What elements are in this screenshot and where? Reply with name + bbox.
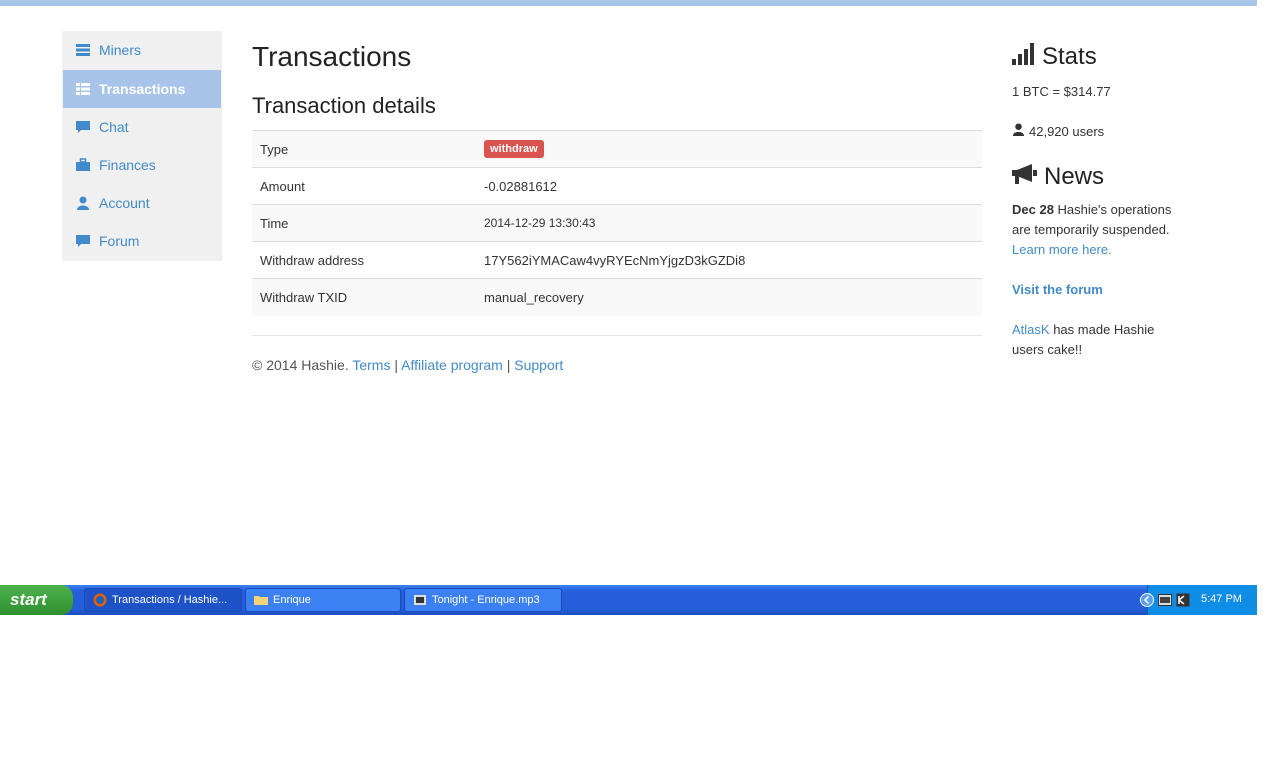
stats-title: Stats xyxy=(1042,43,1097,70)
antivirus-icon[interactable] xyxy=(1176,593,1190,607)
sidebar-item-label: Transactions xyxy=(99,81,186,97)
sidebar-item-chat[interactable]: Chat xyxy=(63,108,221,146)
table-row: Type withdraw xyxy=(252,130,982,168)
comment-icon xyxy=(76,120,91,134)
affiliate-link[interactable]: Affiliate program xyxy=(401,357,503,373)
sidebar-item-label: Forum xyxy=(99,233,140,249)
table-row: Withdraw address 17Y562iYMACaw4vyRYEcNmY… xyxy=(252,241,982,279)
news-date: Dec 28 xyxy=(1012,202,1054,217)
type-badge: withdraw xyxy=(484,140,544,158)
visit-forum-link[interactable]: Visit the forum xyxy=(1012,282,1103,297)
table-row: Amount -0.02881612 xyxy=(252,167,982,205)
taskbar-item-browser[interactable]: Transactions / Hashie... xyxy=(84,588,242,612)
firefox-icon xyxy=(93,593,107,607)
sidebar-item-miners[interactable]: Miners xyxy=(63,31,221,69)
windows-taskbar: start Transactions / Hashie... Enrique T… xyxy=(0,585,1257,615)
users-count: 42,920 users xyxy=(1029,124,1105,139)
detail-key: Time xyxy=(252,204,476,242)
sidebar-item-finances[interactable]: Finances xyxy=(63,146,221,184)
user-icon xyxy=(1012,122,1025,142)
folder-icon xyxy=(254,593,268,607)
taskbar-item-media[interactable]: Tonight - Enrique.mp3 xyxy=(404,588,562,612)
sidebar-item-label: Miners xyxy=(99,42,142,58)
news-shoutout: AtlasK has made Hashie users cake!! xyxy=(1012,320,1182,360)
taskbar-item-folder[interactable]: Enrique xyxy=(245,588,401,612)
right-sidebar: Stats 1 BTC = $314.77 42,920 users News … xyxy=(1012,42,1182,360)
media-player-icon xyxy=(413,593,427,607)
detail-value: withdraw xyxy=(476,130,982,168)
section-title: Transaction details xyxy=(252,93,436,118)
news-heading: News xyxy=(1012,162,1182,192)
news-item: Dec 28 Hashie's operations are temporari… xyxy=(1012,200,1182,260)
taskbar-item-label: Enrique xyxy=(273,594,311,606)
megaphone-icon xyxy=(1012,163,1038,192)
stats-heading: Stats xyxy=(1012,42,1182,72)
top-accent-bar xyxy=(0,0,1257,6)
taskbar-item-label: Tonight - Enrique.mp3 xyxy=(432,594,540,606)
detail-value: -0.02881612 xyxy=(476,167,982,205)
sidebar-item-label: Chat xyxy=(99,119,129,135)
detail-value: 2014-12-29 13:30:43 xyxy=(476,204,982,242)
main-content: Transactions Transaction details xyxy=(252,38,982,120)
sidebar-item-account[interactable]: Account xyxy=(63,184,221,222)
users-count-row: 42,920 users xyxy=(1012,122,1182,142)
user-icon xyxy=(76,196,91,210)
comment-icon xyxy=(76,234,91,248)
detail-value: 17Y562iYMACaw4vyRYEcNmYjgzD3kGZDi8 xyxy=(476,241,982,279)
learn-more-link[interactable]: Learn more here. xyxy=(1012,242,1112,257)
footer-divider xyxy=(252,335,982,336)
detail-key: Withdraw address xyxy=(252,241,476,279)
start-button[interactable]: start xyxy=(0,585,73,615)
briefcase-icon xyxy=(76,158,91,172)
detail-key: Amount xyxy=(252,167,476,205)
news-title: News xyxy=(1044,163,1105,190)
footer: © 2014 Hashie. Terms | Affiliate program… xyxy=(252,357,563,373)
sidebar-item-forum[interactable]: Forum xyxy=(63,222,221,260)
tray-expand-icon[interactable] xyxy=(1140,593,1154,607)
start-label: start xyxy=(10,590,47,609)
copyright-text: © 2014 Hashie. xyxy=(252,357,349,373)
tray-app-icon[interactable] xyxy=(1158,593,1172,607)
user-profile-link[interactable]: AtlasK xyxy=(1012,322,1050,337)
sidebar-nav: Miners Transactions Chat Finances Accoun… xyxy=(62,31,222,261)
terms-link[interactable]: Terms xyxy=(352,357,390,373)
system-tray: 5:47 PM xyxy=(1140,585,1257,615)
table-icon xyxy=(76,82,91,96)
footer-separator: | xyxy=(394,357,399,373)
taskbar-item-label: Transactions / Hashie... xyxy=(112,594,228,606)
signal-bars-icon xyxy=(1012,42,1036,72)
sidebar-item-transactions[interactable]: Transactions xyxy=(63,70,221,108)
detail-key: Withdraw TXID xyxy=(252,278,476,316)
btc-rate: 1 BTC = $314.77 xyxy=(1012,84,1111,99)
table-row: Time 2014-12-29 13:30:43 xyxy=(252,204,982,242)
table-row: Withdraw TXID manual_recovery xyxy=(252,278,982,316)
taskbar-clock: 5:47 PM xyxy=(1201,593,1242,605)
sidebar-item-label: Finances xyxy=(99,157,156,173)
page-title: Transactions xyxy=(252,41,412,72)
detail-key: Type xyxy=(252,130,476,168)
transaction-details-table: Type withdraw Amount -0.02881612 Time 20… xyxy=(252,130,982,316)
sidebar-item-label: Account xyxy=(99,195,150,211)
support-link[interactable]: Support xyxy=(514,357,563,373)
footer-separator: | xyxy=(506,357,511,373)
detail-value: manual_recovery xyxy=(476,278,982,316)
server-icon xyxy=(76,43,91,57)
